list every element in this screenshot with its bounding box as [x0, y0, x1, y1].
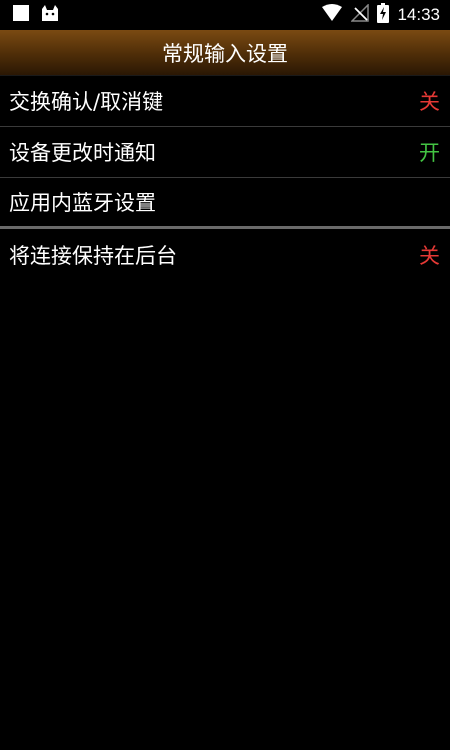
setting-value-on: 开: [419, 141, 440, 165]
clock: 14:33: [397, 5, 440, 24]
cat-app-icon: [40, 4, 60, 26]
battery-charging-icon: [377, 3, 390, 27]
setting-keep-connection-background[interactable]: 将连接保持在后台 关: [0, 229, 450, 280]
no-signal-icon: [350, 3, 370, 26]
page-title: 常规输入设置: [162, 41, 288, 66]
status-bar-right: 14:33: [313, 3, 440, 27]
setting-swap-confirm-cancel[interactable]: 交换确认/取消键 关: [0, 76, 450, 127]
setting-value-off: 关: [419, 243, 440, 268]
setting-in-app-bluetooth[interactable]: 应用内蓝牙设置: [0, 178, 450, 229]
status-bar-left: [12, 4, 70, 26]
settings-list: 交换确认/取消键 关 设备更改时通知 开 应用内蓝牙设置 将连接保持在后台 关: [0, 76, 450, 280]
setting-label: 应用内蓝牙设置: [9, 191, 156, 215]
wifi-icon: [321, 4, 343, 26]
setting-label: 设备更改时通知: [9, 141, 156, 165]
setting-device-change-notify[interactable]: 设备更改时通知 开: [0, 127, 450, 178]
setting-value-off: 关: [419, 90, 440, 114]
title-bar: 常规输入设置: [0, 30, 450, 76]
setting-label: 交换确认/取消键: [9, 90, 164, 114]
square-notification-icon: [12, 4, 30, 26]
setting-label: 将连接保持在后台: [9, 243, 177, 268]
status-bar: 14:33: [0, 0, 450, 30]
